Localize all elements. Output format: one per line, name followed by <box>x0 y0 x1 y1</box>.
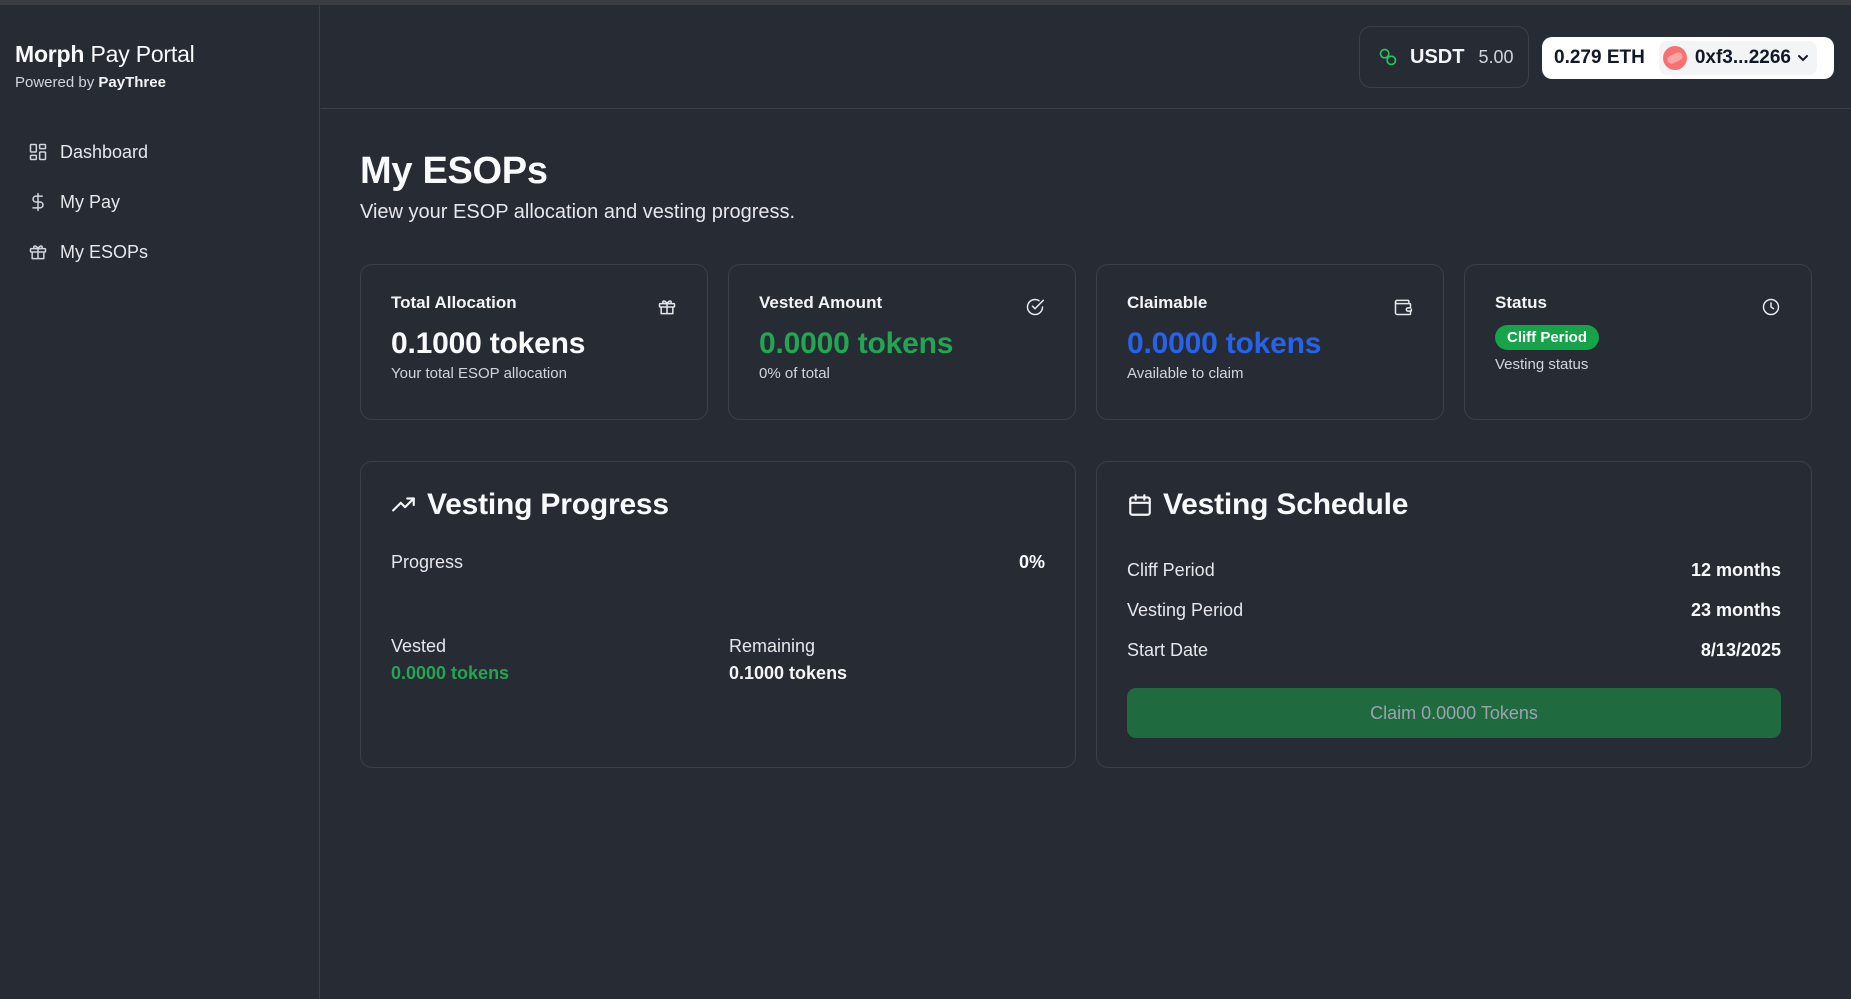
progress-label: Progress <box>391 552 464 572</box>
dollar-icon <box>32 192 44 212</box>
remaining-column: Remaining 0.1000 tokens <box>729 636 1067 684</box>
status-badge: Cliff Period <box>1495 325 1600 350</box>
schedule-value: 12 months <box>1690 559 1781 580</box>
clock-icon <box>1762 298 1780 316</box>
sidebar: Morph Pay Portal Powered by PayThree Das… <box>0 5 320 999</box>
brand-title-rest: Pay Portal <box>90 41 195 67</box>
stat-note: Vesting status <box>1495 356 1589 373</box>
panel-title: Vesting Progress <box>427 488 669 521</box>
wallet-connect-button[interactable]: 0.279 ETH 0xf3...2266 <box>1542 37 1834 79</box>
brand-title: Morph Pay Portal <box>15 41 195 68</box>
schedule-value: 23 months <box>1690 599 1781 620</box>
schedule-label: Start Date <box>1127 639 1209 660</box>
stat-card-total-allocation: Total Allocation 0.1000 tokens Your tota… <box>360 264 708 420</box>
panel-title: Vesting Schedule <box>1163 488 1409 521</box>
stat-note: Available to claim <box>1127 365 1244 382</box>
remaining-label: Remaining <box>729 636 816 656</box>
powered-by-prefix: Powered by <box>15 74 95 91</box>
vesting-progress-panel: Vesting Progress Progress 0% Vested 0.00… <box>360 461 1076 768</box>
sidebar-item-my-esops[interactable]: My ESOPs <box>28 227 298 277</box>
chevron-down-icon <box>1797 55 1808 62</box>
panel-header: Vesting Schedule <box>1127 488 1781 522</box>
stat-value: 0.0000 tokens <box>759 327 954 360</box>
stat-label: Claimable <box>1127 293 1208 312</box>
page-title: My ESOPs <box>360 150 548 192</box>
schedule-label: Cliff Period <box>1127 559 1215 580</box>
token-amount: 5.00 <box>1478 46 1514 67</box>
token-symbol: USDT <box>1410 45 1465 68</box>
calendar-icon <box>1129 494 1151 516</box>
sidebar-nav: Dashboard My Pay My ESOPs <box>28 127 298 277</box>
brand-powered-by: Powered by PayThree <box>15 74 195 91</box>
token-balance-pill[interactable]: USDT 5.00 <box>1359 26 1529 88</box>
stat-label: Total Allocation <box>391 293 517 312</box>
top-header: USDT 5.00 0.279 ETH 0xf3...2266 <box>321 5 1851 109</box>
stat-value: 0.1000 tokens <box>391 327 586 360</box>
page-subtitle: View your ESOP allocation and vesting pr… <box>360 201 796 223</box>
sidebar-item-label: My Pay <box>60 191 121 212</box>
main-content: My ESOPs View your ESOP allocation and v… <box>360 150 1812 768</box>
vested-label: Vested <box>391 636 447 656</box>
wallet-avatar <box>1662 46 1687 70</box>
stat-card-vested-amount: Vested Amount 0.0000 tokens 0% of total <box>728 264 1076 420</box>
vested-remaining-split: Vested 0.0000 tokens Remaining 0.1000 to… <box>391 636 1067 684</box>
coins-icon <box>1379 48 1397 66</box>
sidebar-item-dashboard[interactable]: Dashboard <box>28 127 298 177</box>
panels-row: Vesting Progress Progress 0% Vested 0.00… <box>360 461 1812 768</box>
account-chip[interactable]: 0xf3...2266 <box>1658 41 1817 75</box>
trending-up-icon <box>392 497 415 512</box>
gift-icon <box>658 300 676 315</box>
schedule-rows: Cliff Period 12 months Vesting Period 23… <box>1127 550 1781 670</box>
schedule-row-vesting: Vesting Period 23 months <box>1127 590 1781 630</box>
panel-header: Vesting Progress <box>391 488 1045 522</box>
progress-value: 0% <box>1018 552 1045 572</box>
check-circle-icon <box>1026 298 1045 316</box>
schedule-value: 8/13/2025 <box>1700 639 1781 660</box>
sidebar-item-label: My ESOPs <box>60 241 149 262</box>
brand: Morph Pay Portal Powered by PayThree <box>15 41 195 91</box>
schedule-row-cliff: Cliff Period 12 months <box>1127 550 1781 590</box>
claim-tokens-button[interactable]: Claim 0.0000 Tokens <box>1127 688 1781 738</box>
brand-title-bold: Morph <box>15 41 85 67</box>
stat-value: 0.0000 tokens <box>1127 327 1322 360</box>
wallet-address: 0xf3...2266 <box>1694 47 1791 68</box>
schedule-label: Vesting Period <box>1127 599 1244 620</box>
stats-row: Total Allocation 0.1000 tokens Your tota… <box>360 264 1812 420</box>
sidebar-item-label: Dashboard <box>60 141 149 162</box>
stat-card-claimable: Claimable 0.0000 tokens Available to cla… <box>1096 264 1444 420</box>
remaining-value: 0.1000 tokens <box>729 663 848 683</box>
stat-note: Your total ESOP allocation <box>391 365 567 382</box>
powered-by-name: PayThree <box>98 74 166 91</box>
vesting-schedule-panel: Vesting Schedule Cliff Period 12 months … <box>1096 461 1812 768</box>
schedule-row-start: Start Date 8/13/2025 <box>1127 630 1781 670</box>
sidebar-item-my-pay[interactable]: My Pay <box>28 177 298 227</box>
stat-label: Vested Amount <box>759 293 883 312</box>
vested-column: Vested 0.0000 tokens <box>391 636 729 684</box>
wallet-icon <box>1394 299 1413 316</box>
gift-icon <box>29 245 47 260</box>
progress-row: Progress 0% <box>391 552 1045 573</box>
vested-value: 0.0000 tokens <box>391 663 510 683</box>
stat-label: Status <box>1495 293 1547 312</box>
stat-note: 0% of total <box>759 365 830 382</box>
dashboard-grid-icon <box>29 143 47 161</box>
stat-card-status: Status Cliff Period Vesting status <box>1464 264 1812 420</box>
eth-balance: 0.279 ETH <box>1554 47 1645 68</box>
